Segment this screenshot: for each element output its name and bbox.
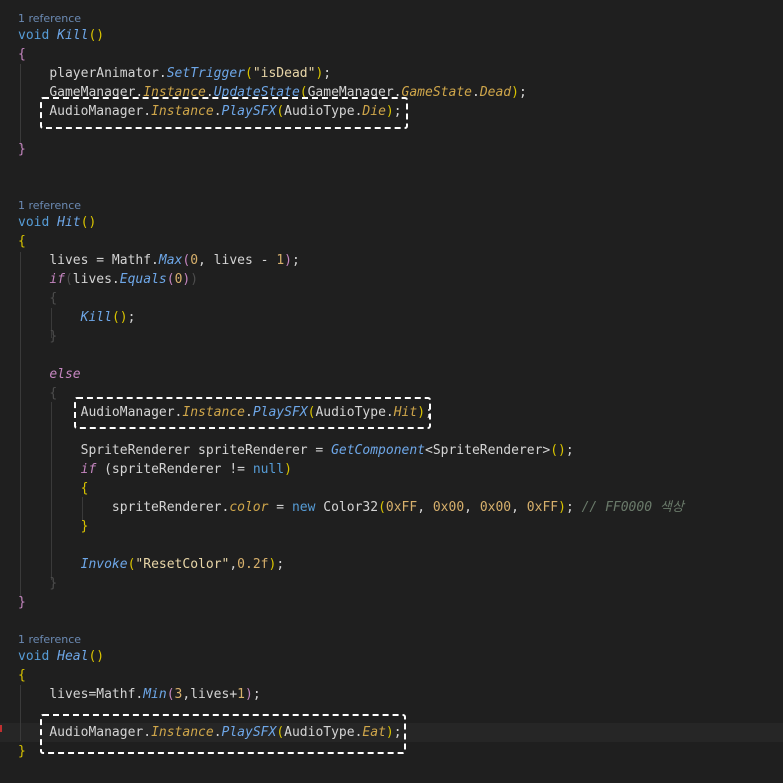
code-line-else[interactable]: else (18, 365, 80, 384)
code-line-open-brace[interactable]: { (18, 45, 26, 64)
code-line-close-brace[interactable]: } (18, 574, 57, 593)
codelens-reference[interactable]: 1 reference (18, 199, 81, 213)
code-line-open-brace[interactable]: { (18, 479, 89, 498)
code-line-open-brace[interactable]: { (18, 289, 57, 308)
code-line-open-brace[interactable]: { (18, 232, 26, 251)
code-line-kill-call[interactable]: Kill(); (18, 308, 136, 327)
code-line-kill-signature[interactable]: void Kill() (18, 26, 104, 45)
change-marker (0, 725, 2, 732)
code-line-update-state[interactable]: GameManager.Instance.UpdateState(GameMan… (18, 83, 526, 102)
code-line-if-null[interactable]: if (spriteRenderer != null) (18, 460, 292, 479)
code-line-close-brace[interactable]: } (18, 140, 26, 159)
codelens-reference[interactable]: 1 reference (18, 12, 81, 26)
code-line-hit-signature[interactable]: void Hit() (18, 213, 96, 232)
code-line-if-equals[interactable]: if(lives.Equals(0)) (18, 270, 198, 289)
code-line-open-brace[interactable]: { (18, 666, 26, 685)
code-line-close-brace[interactable]: } (18, 517, 89, 536)
code-line-heal-signature[interactable]: void Heal() (18, 647, 104, 666)
code-line-close-brace[interactable]: } (18, 593, 26, 612)
code-line-play-sfx-die[interactable]: AudioManager.Instance.PlaySFX(AudioType.… (18, 102, 401, 121)
code-line-close-brace[interactable]: } (18, 742, 26, 761)
code-line-play-sfx-hit[interactable]: AudioManager.Instance.PlaySFX(AudioType.… (18, 403, 433, 422)
code-line-get-component[interactable]: SpriteRenderer spriteRenderer = GetCompo… (18, 441, 574, 460)
code-line-lives-max[interactable]: lives = Mathf.Max(0, lives - 1); (18, 251, 299, 270)
code-line-invoke[interactable]: Invoke("ResetColor",0.2f); (18, 555, 285, 574)
code-line-open-brace[interactable]: { (18, 384, 57, 403)
code-line-set-trigger[interactable]: playerAnimator.SetTrigger("isDead"); (18, 64, 331, 83)
code-line-lives-min[interactable]: lives=Mathf.Min(3,lives+1); (18, 685, 260, 704)
code-line-set-color[interactable]: spriteRenderer.color = new Color32(0xFF,… (18, 498, 684, 517)
codelens-reference[interactable]: 1 reference (18, 633, 81, 647)
code-line-close-brace[interactable]: } (18, 327, 57, 346)
code-line-play-sfx-eat[interactable]: AudioManager.Instance.PlaySFX(AudioType.… (18, 723, 401, 742)
